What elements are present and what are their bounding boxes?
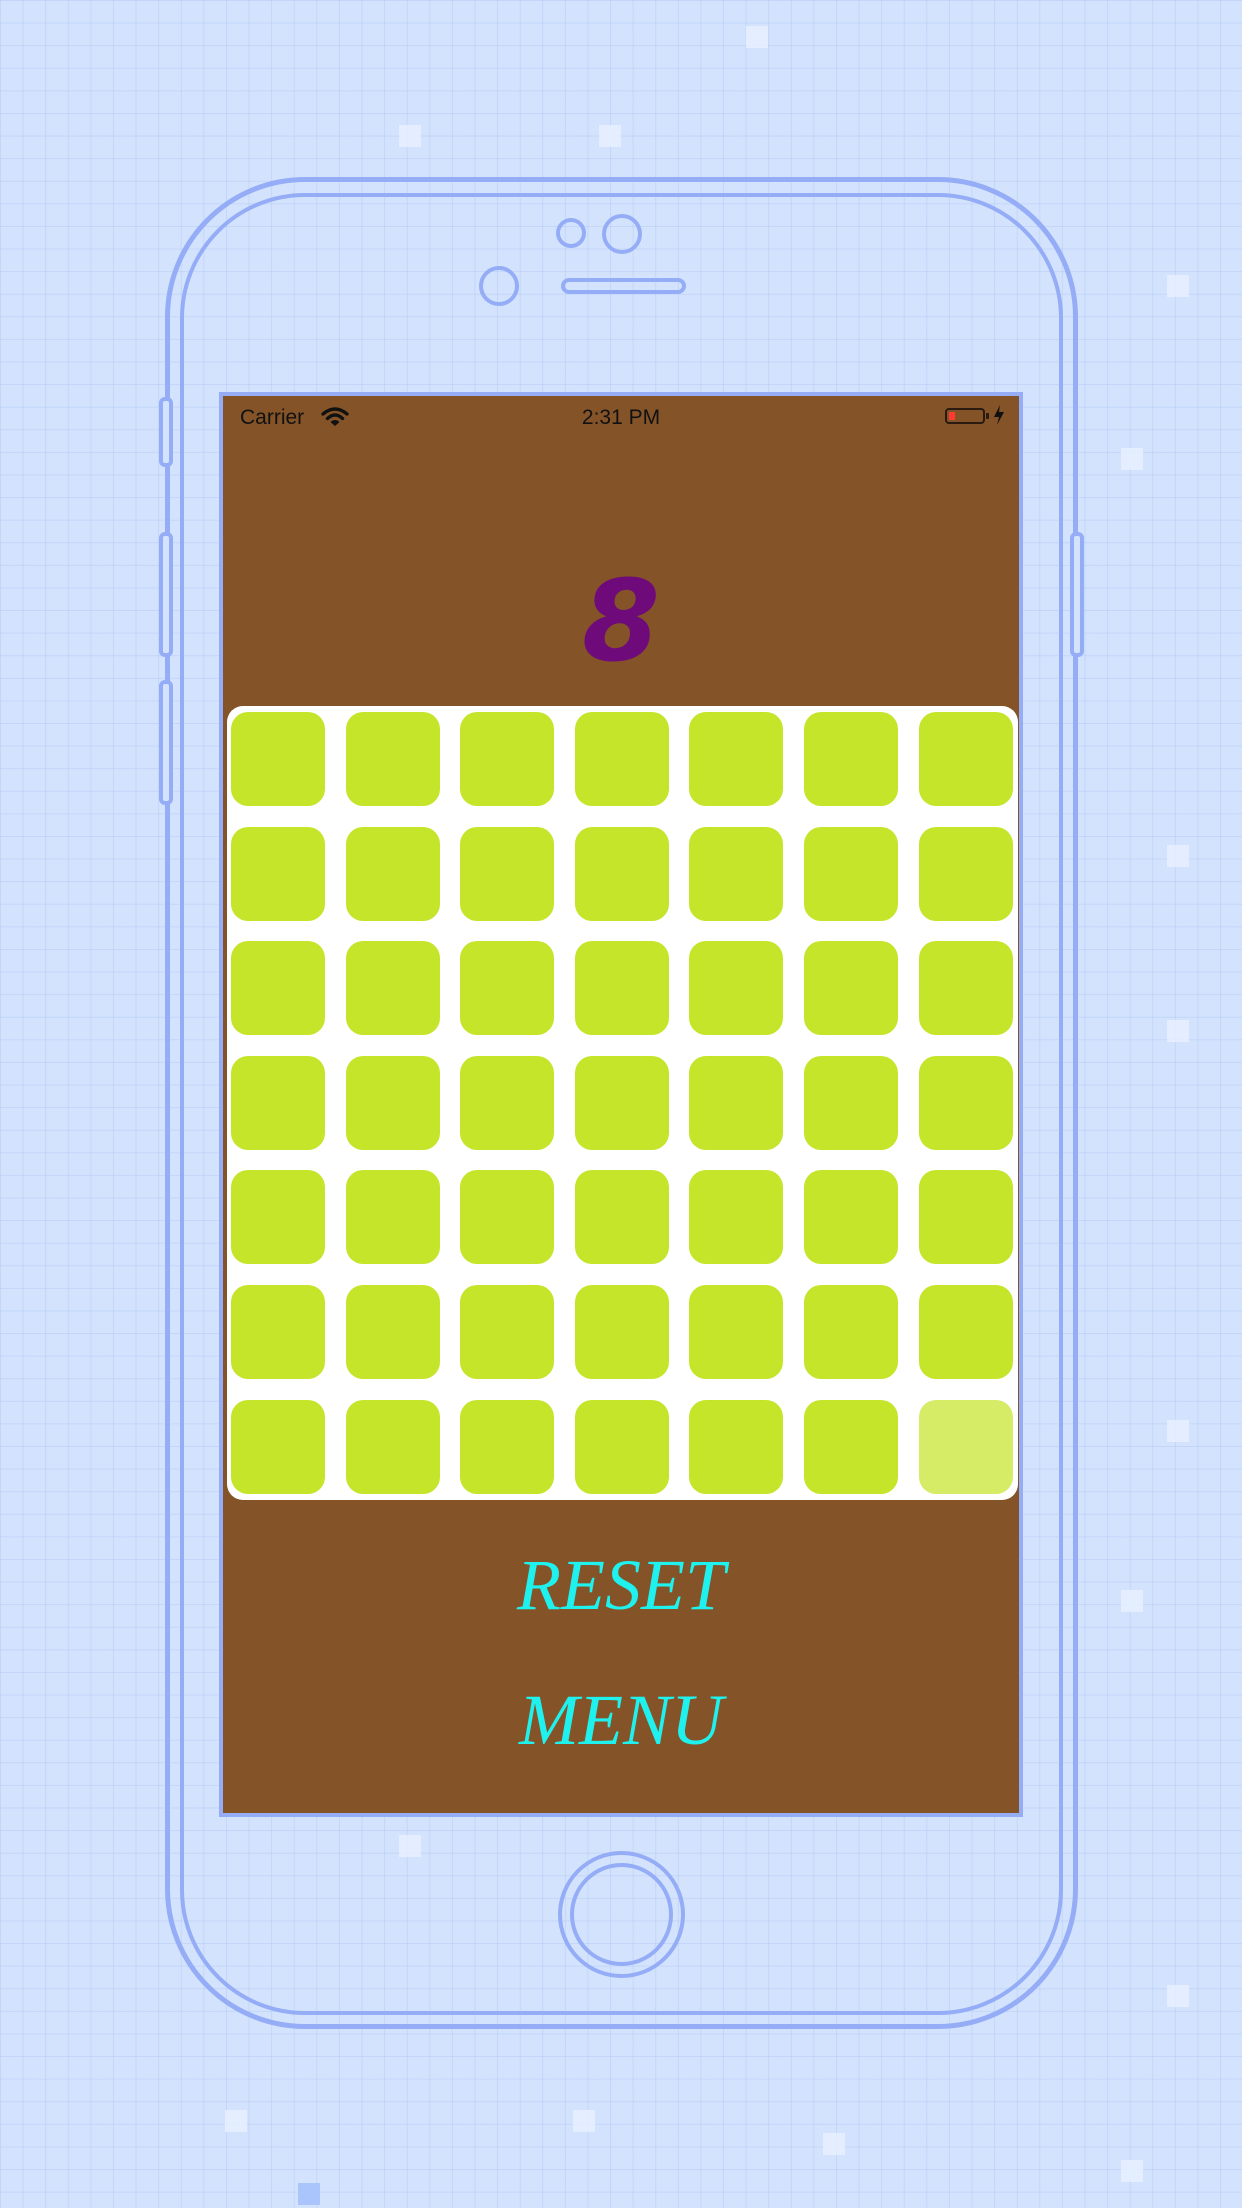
background-square	[1167, 1420, 1189, 1442]
game-tile[interactable]	[460, 1399, 555, 1494]
game-tile[interactable]	[345, 1170, 440, 1265]
game-tile[interactable]	[231, 1055, 325, 1150]
game-tile[interactable]	[574, 826, 669, 921]
game-tile[interactable]	[460, 1055, 555, 1150]
charging-bolt-icon	[993, 404, 1005, 432]
game-tile[interactable]	[574, 1055, 669, 1150]
background-square	[1121, 1590, 1143, 1612]
game-tile[interactable]	[345, 1285, 440, 1379]
game-tile[interactable]	[574, 1170, 669, 1265]
background-square	[225, 2110, 247, 2132]
earpiece-speaker	[561, 278, 686, 294]
game-tile[interactable]	[460, 712, 555, 806]
game-tile[interactable]	[345, 712, 440, 806]
status-bar: Carrier 2:31 PM	[223, 396, 1019, 436]
game-tile[interactable]	[918, 941, 1013, 1036]
game-tile[interactable]	[804, 941, 898, 1036]
game-tile[interactable]	[574, 1399, 669, 1494]
game-tile[interactable]	[574, 1285, 669, 1379]
game-tile[interactable]	[689, 1285, 784, 1379]
game-tile[interactable]	[345, 1055, 440, 1150]
background-square	[1121, 448, 1143, 470]
game-tile[interactable]	[918, 1170, 1013, 1265]
front-camera	[556, 218, 586, 248]
game-tile[interactable]	[918, 1399, 1013, 1494]
background-square	[823, 2133, 845, 2155]
power-button	[1070, 532, 1084, 657]
background-square	[1167, 845, 1189, 867]
background-square	[1121, 2160, 1143, 2182]
facetime-camera	[479, 266, 519, 306]
game-tile[interactable]	[918, 1285, 1013, 1379]
game-tile[interactable]	[231, 712, 325, 806]
game-tile[interactable]	[804, 1285, 898, 1379]
game-tile[interactable]	[231, 1170, 325, 1265]
background-square	[1167, 275, 1189, 297]
game-tile[interactable]	[574, 941, 669, 1036]
status-time: 2:31 PM	[581, 406, 661, 429]
game-tile[interactable]	[804, 712, 898, 806]
game-tile[interactable]	[460, 941, 555, 1036]
background-square	[746, 26, 768, 48]
game-tile[interactable]	[918, 826, 1013, 921]
game-tile[interactable]	[918, 1055, 1013, 1150]
game-tile[interactable]	[460, 1170, 555, 1265]
background-square	[399, 125, 421, 147]
background-square	[1167, 1020, 1189, 1042]
background-square	[298, 2183, 320, 2205]
game-tile[interactable]	[689, 941, 784, 1036]
background-square	[1167, 1985, 1189, 2007]
proximity-sensor	[602, 214, 642, 254]
game-tile[interactable]	[804, 1170, 898, 1265]
game-tile[interactable]	[345, 941, 440, 1036]
volume-up-button	[159, 532, 173, 657]
game-tile[interactable]	[689, 1055, 784, 1150]
mute-switch	[159, 397, 173, 467]
game-tile[interactable]	[345, 1399, 440, 1494]
game-tile[interactable]	[345, 826, 440, 921]
game-tile[interactable]	[689, 712, 784, 806]
game-tile[interactable]	[231, 1285, 325, 1379]
game-tile[interactable]	[460, 826, 555, 921]
game-tile[interactable]	[231, 1399, 325, 1494]
game-tile[interactable]	[574, 712, 669, 806]
game-tile[interactable]	[804, 826, 898, 921]
game-tile[interactable]	[460, 1285, 555, 1379]
game-tile[interactable]	[804, 1055, 898, 1150]
game-board	[227, 706, 1018, 1500]
game-tile[interactable]	[804, 1399, 898, 1494]
game-tile[interactable]	[918, 712, 1013, 806]
background-square	[573, 2110, 595, 2132]
battery-tip	[986, 413, 989, 419]
game-tile[interactable]	[231, 941, 325, 1036]
game-tile[interactable]	[231, 826, 325, 921]
game-tile[interactable]	[689, 826, 784, 921]
battery-low-icon	[945, 408, 985, 424]
game-tile[interactable]	[689, 1399, 784, 1494]
game-tile[interactable]	[689, 1170, 784, 1265]
score-display: 8	[582, 557, 660, 687]
home-button-ring	[570, 1863, 673, 1966]
app-screen: Carrier 2:31 PM 8 RESET MENU	[219, 392, 1023, 1817]
reset-button[interactable]: RESET	[223, 1544, 1019, 1627]
background-square	[599, 125, 621, 147]
menu-button[interactable]: MENU	[223, 1679, 1019, 1762]
battery-level-fill	[949, 412, 955, 420]
volume-down-button	[159, 680, 173, 805]
